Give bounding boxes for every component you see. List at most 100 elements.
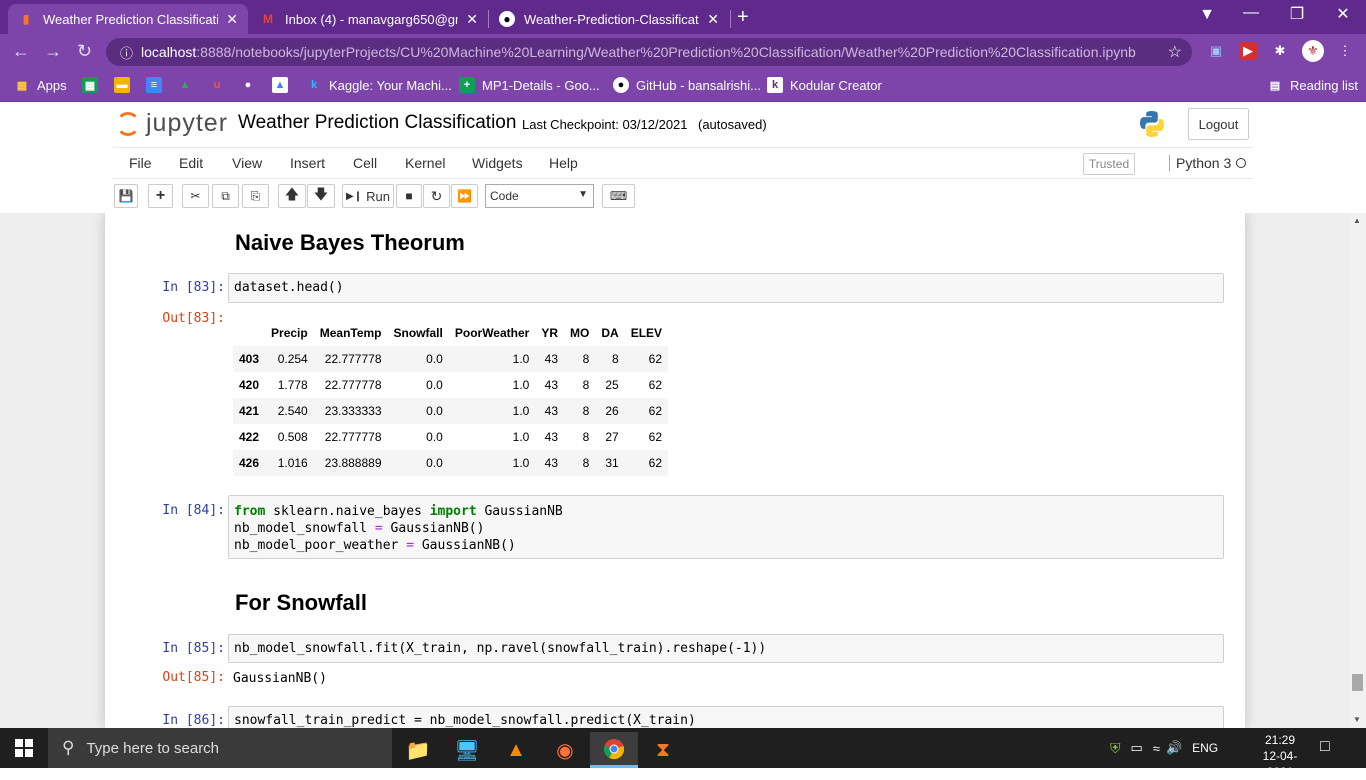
table-cell: 62 <box>648 456 663 470</box>
bookmark-drive[interactable]: ▲ <box>177 77 200 93</box>
tab-github[interactable]: ● Weather-Prediction-Classification ✕ <box>489 4 729 34</box>
reading-list-button[interactable]: ▤ Reading list <box>1267 77 1358 93</box>
profile-avatar[interactable]: ⚜ <box>1302 40 1324 62</box>
tab-title: Inbox (4) - manavgarg650@gmail <box>285 11 458 27</box>
move-down-icon[interactable]: 🡇 <box>307 184 335 208</box>
menu-insert[interactable]: Insert <box>290 155 325 171</box>
cell-type-select[interactable]: Code ▼ <box>485 184 594 208</box>
extensions-puzzle-icon[interactable]: ✱ <box>1271 42 1289 60</box>
bookmark-kodular[interactable]: k Kodular Creator <box>767 77 882 93</box>
table-cell: 8 <box>582 378 590 392</box>
dataframe-body: 403 0.254 22.777778 0.0 1.0 43 8 8 62 420 1.778 22.… <box>233 346 669 476</box>
sheets-plus-icon: + <box>459 77 475 93</box>
menu-view[interactable]: View <box>232 155 262 171</box>
cut-icon[interactable]: ✂ <box>182 184 209 208</box>
menu-edit[interactable]: Edit <box>179 155 203 171</box>
page-scrollbar[interactable]: ▲ ▼ <box>1349 213 1366 728</box>
stop-icon[interactable]: ■ <box>396 184 422 208</box>
menu-kebab-icon[interactable]: ⋮ <box>1336 42 1354 60</box>
code-cell-86[interactable]: snowfall_train_predict = nb_model_snowfa… <box>228 706 1224 728</box>
code-cell-85[interactable]: nb_model_snowfall.fit(X_train, np.ravel(… <box>228 634 1224 663</box>
pc-icon[interactable]: 🖥 <box>443 732 491 768</box>
language-indicator[interactable]: ENG <box>1192 741 1218 755</box>
vlc-icon[interactable]: ▲ <box>492 732 540 768</box>
bookmark-github[interactable]: ● GitHub - bansalrishi... <box>613 77 761 93</box>
scroll-down-icon[interactable]: ▼ <box>1353 715 1361 724</box>
bookmark-kaggle[interactable]: k Kaggle: Your Machi... <box>306 77 452 93</box>
reload-icon[interactable]: ↻ <box>77 41 92 62</box>
start-button[interactable] <box>0 728 48 768</box>
restart-run-all-icon[interactable]: ⏩ <box>451 184 478 208</box>
notebook-title[interactable]: Weather Prediction Classification <box>238 112 516 134</box>
close-icon[interactable]: ✕ <box>226 11 238 28</box>
code-cell-83[interactable]: dataset.head() <box>228 273 1224 303</box>
table-row: 403 0.254 22.777778 0.0 1.0 43 8 8 62 <box>233 346 669 372</box>
new-tab-button[interactable]: + <box>737 6 749 29</box>
jupyter-logo[interactable]: jupyter <box>116 109 228 138</box>
bookmark-label: Kaggle: Your Machi... <box>329 77 452 93</box>
chevron-down-icon: ▼ <box>578 189 588 200</box>
move-up-icon[interactable]: 🡅 <box>278 184 306 208</box>
bookmark-star-icon[interactable]: ☆ <box>1168 42 1182 62</box>
run-button[interactable]: ▶❙ Run <box>342 184 394 208</box>
tab-search-icon[interactable]: ▼ <box>1184 6 1230 24</box>
close-icon[interactable]: ✕ <box>466 11 478 28</box>
logout-button[interactable]: Logout <box>1188 108 1249 140</box>
video-extension-icon[interactable]: ▶ <box>1239 42 1257 60</box>
table-cell: 1.778 <box>277 378 308 392</box>
save-icon[interactable]: 💾 <box>114 184 138 208</box>
menu-widgets[interactable]: Widgets <box>472 155 523 171</box>
windows-taskbar: ⚲ Type here to search 📁 🖥 ▲ ◉ ⧗ ⛨ ▭ ≈ 🔊 … <box>0 728 1366 779</box>
restore-icon[interactable]: ❐ <box>1274 4 1320 24</box>
address-bar[interactable]: ⓘ localhost:8888/notebooks/jupyterProjec… <box>106 38 1192 66</box>
window-close-icon[interactable]: ✕ <box>1320 4 1366 24</box>
scroll-up-icon[interactable]: ▲ <box>1353 216 1361 225</box>
tab-divider <box>730 10 731 28</box>
jupyter-header: jupyter Weather Prediction Classificatio… <box>0 103 1366 147</box>
bookmark-sheets[interactable]: ▦ <box>82 77 105 93</box>
file-explorer-icon[interactable]: 📁 <box>394 732 442 768</box>
volume-icon[interactable]: 🔊 <box>1166 740 1182 756</box>
tab-jupyter[interactable]: ▮ Weather Prediction Classification ✕ <box>8 4 248 34</box>
close-icon[interactable]: ✕ <box>707 11 719 28</box>
markdown-heading-naive-bayes: Naive Bayes Theorum <box>235 230 465 255</box>
command-palette-icon[interactable]: ⌨ <box>602 184 635 208</box>
forward-icon[interactable]: → <box>44 41 62 62</box>
clock[interactable]: 21:29 12-04-2021 <box>1250 732 1310 780</box>
bookmark-apps[interactable]: ▦ Apps <box>14 77 67 93</box>
trusted-indicator[interactable]: Trusted <box>1083 153 1135 175</box>
camera-extension-icon[interactable]: ▣ <box>1207 42 1225 60</box>
bookmark-globe[interactable]: ● <box>240 77 263 93</box>
notification-icon[interactable]: □ <box>1320 738 1340 758</box>
chrome-icon[interactable] <box>590 732 638 768</box>
security-shield-icon[interactable]: ⛨ <box>1110 740 1121 757</box>
menu-help[interactable]: Help <box>549 155 578 171</box>
minimize-icon[interactable]: — <box>1228 4 1274 22</box>
wifi-icon[interactable]: ≈ <box>1153 741 1160 756</box>
tab-gmail[interactable]: M Inbox (4) - manavgarg650@gmail ✕ <box>250 4 488 34</box>
bookmark-label: GitHub - bansalrishi... <box>636 77 761 93</box>
bookmark-photos[interactable]: ▲ <box>272 77 295 93</box>
restart-icon[interactable]: ↻ <box>423 184 450 208</box>
paste-icon[interactable]: ⎘ <box>242 184 269 208</box>
code-cell-84[interactable]: from sklearn.naive_bayes import Gaussian… <box>228 495 1224 559</box>
battery-icon[interactable]: ▭ <box>1131 740 1143 756</box>
bookmark-udemy[interactable]: u <box>209 77 232 93</box>
menu-file[interactable]: File <box>129 155 152 171</box>
copy-icon[interactable]: ⧉ <box>212 184 239 208</box>
bookmark-docs[interactable]: ≡ <box>146 77 169 93</box>
bookmark-mp1[interactable]: + MP1-Details - Goo... <box>459 77 600 93</box>
table-cell: 43 <box>544 378 558 392</box>
jupyter-taskbar-icon[interactable]: ⧗ <box>639 732 687 768</box>
firefox-icon[interactable]: ◉ <box>541 732 589 768</box>
scrollbar-thumb[interactable] <box>1352 674 1363 691</box>
insert-cell-icon[interactable]: + <box>148 184 173 208</box>
info-icon[interactable]: ⓘ <box>120 43 133 62</box>
back-icon[interactable]: ← <box>12 41 30 62</box>
table-cell: 0.0 <box>426 430 443 444</box>
bookmark-slides[interactable]: ▬ <box>114 77 137 93</box>
taskbar-search[interactable]: ⚲ Type here to search <box>48 728 392 768</box>
menu-cell[interactable]: Cell <box>353 155 377 171</box>
menu-kernel[interactable]: Kernel <box>405 155 445 171</box>
drive-icon: ▲ <box>179 79 191 91</box>
